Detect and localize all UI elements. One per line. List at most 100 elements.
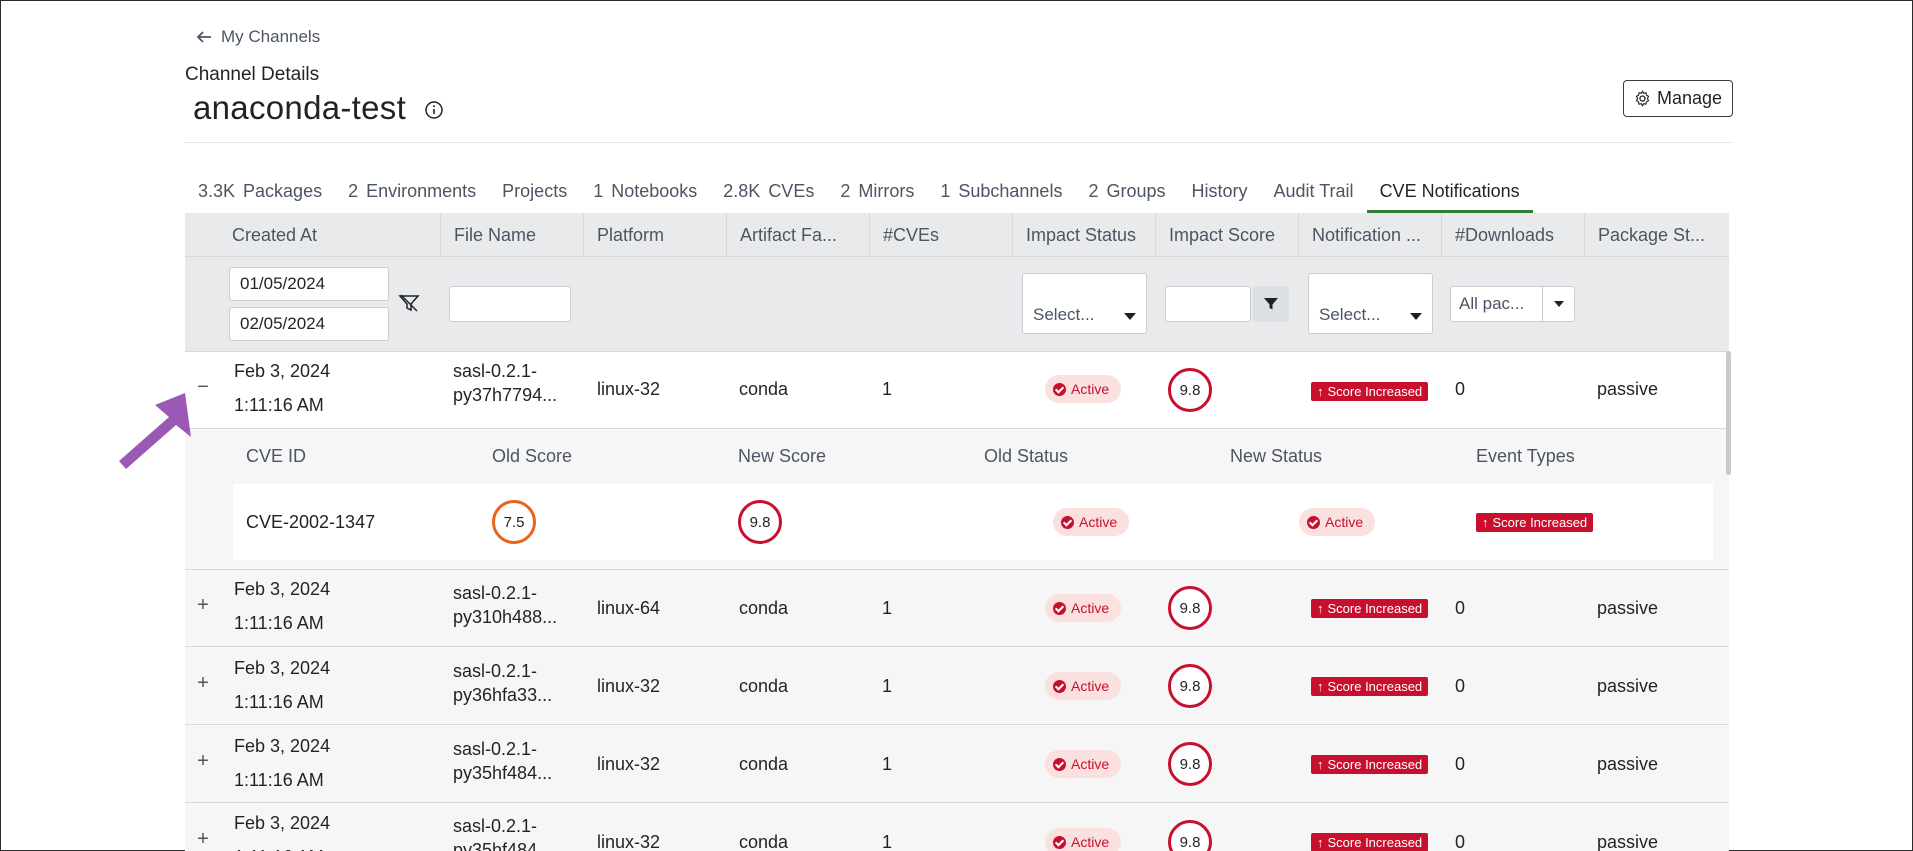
tab-environments[interactable]: 2 Environments [335, 173, 489, 213]
file-name-line2: py35hf484... [453, 763, 553, 783]
package-status-cell: passive [1597, 676, 1659, 696]
impact-status-select[interactable]: Select... [1022, 273, 1147, 334]
detail-header-old-status: Old Status [984, 446, 1069, 466]
impact-score-badge: 9.8 [1168, 664, 1212, 708]
platform-cell: linux-32 [597, 832, 661, 851]
created-at-date: Feb 3, 2024 [234, 813, 331, 833]
created-at-time: 1:11:16 AM [234, 840, 324, 851]
date-from-input[interactable]: 01/05/2024 [229, 267, 389, 301]
annotation-arrow-icon [119, 393, 191, 469]
event-type-tag: ↑ Score Increased [1476, 513, 1594, 532]
impact-score-filter-input[interactable] [1165, 286, 1251, 322]
column-header-downloads[interactable]: #Downloads [1442, 213, 1585, 257]
column-header-package-status[interactable]: Package St... [1585, 213, 1729, 257]
downloads-cell: 0 [1455, 598, 1466, 618]
file-name-filter-input[interactable] [449, 286, 571, 322]
date-to-input[interactable]: 02/05/2024 [229, 307, 389, 341]
tab-mirrors[interactable]: 2 Mirrors [827, 173, 927, 213]
downloads-cell: 0 [1455, 832, 1466, 851]
table-row[interactable]: − Feb 3, 2024 1:11:16 AM sasl-0.2.1- py3… [185, 352, 1729, 429]
package-status-cell: passive [1597, 832, 1659, 851]
page-subtitle: Channel Details [185, 64, 320, 85]
arrow-up-icon: ↑ [1482, 515, 1489, 530]
check-circle-icon [1053, 835, 1066, 849]
filter-clear-icon [398, 294, 420, 312]
table-row[interactable]: + Feb 3, 2024 1:11:16 AM sasl-0.2.1- py3… [185, 570, 1729, 647]
table-row[interactable]: + Feb 3, 2024 1:11:16 AM sasl-0.2.1- py3… [185, 647, 1729, 725]
artifact-cell: conda [739, 598, 789, 618]
status-badge: Active [1045, 828, 1122, 851]
back-link-label: My Channels [221, 27, 321, 46]
back-to-my-channels-link[interactable]: My Channels [195, 27, 320, 47]
notification-select[interactable]: Select... [1308, 273, 1433, 334]
expand-row-button[interactable]: + [193, 672, 213, 695]
cve-id-link[interactable]: CVE-2002-1347 [246, 505, 375, 539]
tab-packages[interactable]: 3.3K Packages [185, 173, 335, 213]
arrow-up-icon: ↑ [1317, 601, 1324, 616]
platform-cell: linux-32 [597, 379, 661, 399]
score-increased-tag: ↑ Score Increased [1311, 382, 1429, 401]
column-header-file-name[interactable]: File Name [441, 213, 584, 257]
column-header-cves[interactable]: #CVEs [870, 213, 1013, 257]
check-circle-icon [1053, 382, 1066, 396]
platform-cell: linux-32 [597, 754, 661, 774]
cves-count-cell: 1 [882, 754, 893, 774]
expand-row-button[interactable]: + [193, 750, 213, 773]
package-status-cell: passive [1597, 598, 1659, 618]
impact-score-badge: 9.8 [1168, 742, 1212, 786]
status-badge: Active [1045, 594, 1122, 622]
created-at-date: Feb 3, 2024 [234, 579, 331, 599]
column-header-artifact-family[interactable]: Artifact Fa... [727, 213, 870, 257]
column-header-notification[interactable]: Notification ... [1299, 213, 1442, 257]
downloads-cell: 0 [1455, 754, 1466, 774]
impact-score-filter-button[interactable] [1253, 286, 1289, 322]
downloads-cell: 0 [1455, 379, 1466, 399]
chevron-down-icon [1553, 301, 1564, 307]
detail-header-old-score: Old Score [492, 446, 573, 466]
chevron-down-icon [1124, 313, 1136, 320]
expand-row-button[interactable]: + [193, 828, 213, 851]
notification-select-value: Select... [1319, 305, 1381, 324]
header-divider [185, 142, 1733, 143]
tab-cve-notifications[interactable]: CVE Notifications [1366, 173, 1533, 213]
tab-audit-trail[interactable]: Audit Trail [1261, 173, 1367, 213]
artifact-cell: conda [739, 832, 789, 851]
cves-count-cell: 1 [882, 379, 893, 399]
column-header-platform[interactable]: Platform [584, 213, 727, 257]
tab-cves[interactable]: 2.8K CVEs [710, 173, 827, 213]
tab-history[interactable]: History [1179, 173, 1261, 213]
tab-groups[interactable]: 2 Groups [1075, 173, 1178, 213]
detail-header-new-status: New Status [1230, 446, 1323, 466]
created-at-time: 1:11:16 AM [234, 395, 324, 415]
file-name-line2: py310h488... [453, 607, 558, 627]
table-row[interactable]: + Feb 3, 2024 1:11:16 AM sasl-0.2.1- py3… [185, 725, 1729, 803]
table-header: Created At File Name Platform Artifact F… [185, 213, 1729, 257]
column-header-impact-score[interactable]: Impact Score [1156, 213, 1299, 257]
clear-filter-button[interactable] [395, 289, 423, 317]
table-scrollbar[interactable] [1726, 351, 1731, 475]
score-increased-tag: ↑ Score Increased [1311, 833, 1429, 851]
downloads-dropdown-toggle[interactable] [1542, 287, 1574, 321]
tab-notebooks[interactable]: 1 Notebooks [580, 173, 710, 213]
impact-status-select-value: Select... [1033, 305, 1095, 324]
impact-score-badge: 9.8 [1168, 820, 1212, 851]
column-header-created-at[interactable]: Created At [219, 213, 441, 257]
cves-count-cell: 1 [882, 676, 893, 696]
arrow-left-icon [196, 31, 211, 43]
page-title: anaconda-test [193, 89, 407, 126]
arrow-up-icon: ↑ [1317, 835, 1324, 850]
expand-row-button[interactable]: + [193, 594, 213, 617]
score-increased-tag: ↑ Score Increased [1311, 755, 1429, 774]
new-score-badge: 9.8 [738, 500, 782, 544]
tab-subchannels[interactable]: 1 Subchannels [927, 173, 1075, 213]
table-row[interactable]: + Feb 3, 2024 1:11:16 AM sasl-0.2.1- py3… [185, 803, 1729, 851]
old-score-badge: 7.5 [492, 500, 536, 544]
tab-projects[interactable]: Projects [489, 173, 580, 213]
column-header-impact-status[interactable]: Impact Status [1013, 213, 1156, 257]
impact-score-badge: 9.8 [1168, 368, 1212, 412]
manage-button[interactable]: Manage [1623, 80, 1733, 117]
info-icon[interactable] [424, 100, 444, 120]
downloads-cell: 0 [1455, 676, 1466, 696]
detail-header-cve-id: CVE ID [246, 446, 307, 466]
downloads-select[interactable]: All pac... [1450, 286, 1575, 322]
